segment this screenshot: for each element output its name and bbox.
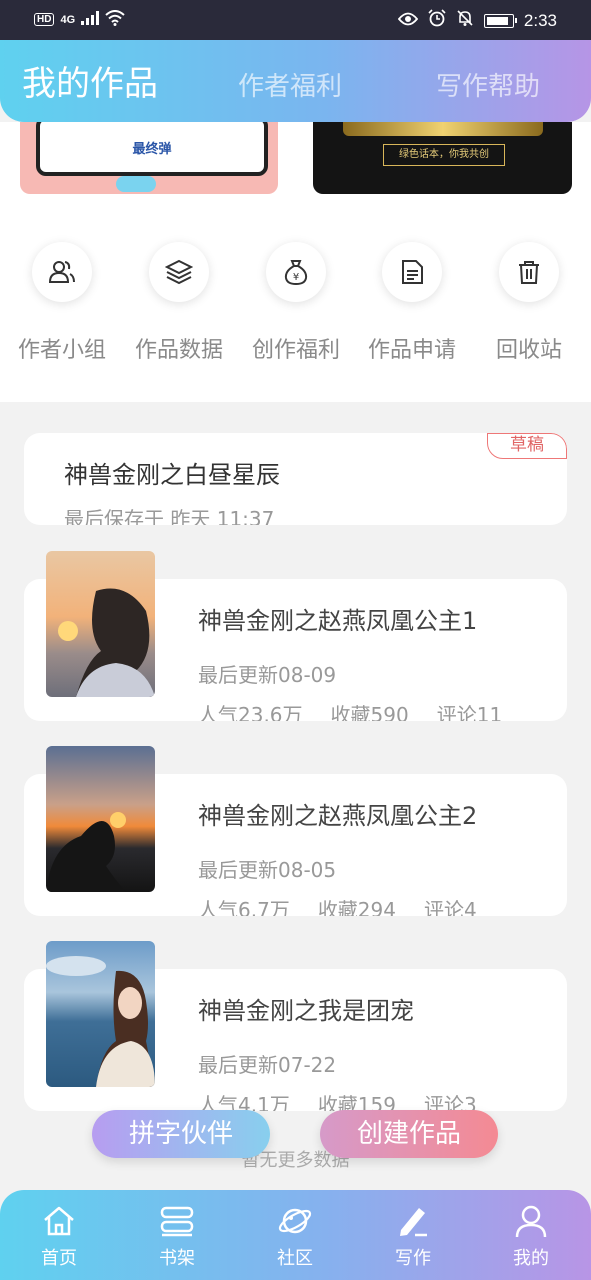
draft-saved-time: 最后保存于 昨天 11:37 [64, 507, 275, 525]
home-icon [19, 1202, 99, 1240]
work-updated: 最后更新08-09 [198, 663, 337, 687]
profile-icon [491, 1202, 571, 1240]
work-title: 神兽金刚之我是团宠 [198, 997, 414, 1025]
work-stats: 人气6.7万 收藏294 评论4 [198, 894, 477, 916]
tab-my-works[interactable]: 我的作品 [22, 56, 158, 105]
document-icon [382, 242, 442, 302]
svg-text:¥: ¥ [293, 272, 299, 283]
quick-label: 作者小组 [17, 338, 106, 363]
hd-badge: HD [34, 13, 55, 26]
work-updated: 最后更新07-22 [198, 1053, 337, 1077]
writing-partner-button[interactable]: 拼字伙伴 [92, 1110, 270, 1158]
users-icon [32, 242, 92, 302]
nav-bookshelf[interactable]: 书架 [137, 1202, 217, 1270]
mute-icon [456, 9, 474, 32]
trash-icon [499, 242, 559, 302]
nav-write[interactable]: 写作 [373, 1202, 453, 1270]
banner-right-caption: 绿色话本，你我共创 [383, 144, 505, 166]
quick-item-work-data[interactable]: 作品数据 [120, 242, 238, 364]
work-updated: 最后更新08-05 [198, 858, 337, 882]
quick-item-recycle-bin[interactable]: 回收站 [470, 242, 588, 364]
eye-icon [397, 11, 419, 31]
signal-indicator: 4G [60, 13, 76, 26]
tab-writing-help[interactable]: 写作帮助 [436, 66, 540, 103]
work-card[interactable]: 神兽金刚之我是团宠 最后更新07-22 人气4.1万 收藏159 评论3 [24, 941, 567, 1111]
draft-card[interactable]: 神兽金刚之白昼星辰 最后保存于 昨天 11:37 草稿 [24, 433, 567, 525]
work-card[interactable]: 神兽金刚之赵燕凤凰公主2 最后更新08-05 人气6.7万 收藏294 评论4 [24, 746, 567, 916]
nav-label: 写作 [395, 1248, 431, 1269]
quick-label: 创作福利 [251, 338, 340, 363]
no-more-data-text: 暂无更多数据 [241, 1150, 350, 1171]
nav-home[interactable]: 首页 [19, 1202, 99, 1270]
work-card[interactable]: 神兽金刚之赵燕凤凰公主1 最后更新08-09 人气23.6万 收藏590 评论1… [24, 551, 567, 721]
status-left: HD 4G [34, 10, 125, 29]
quick-label: 回收站 [495, 338, 562, 363]
nav-profile[interactable]: 我的 [491, 1202, 571, 1270]
tab-author-benefits[interactable]: 作者福利 [238, 66, 342, 103]
work-popularity: 人气4.1万 [198, 1093, 290, 1111]
work-comments: 评论3 [424, 1093, 477, 1111]
pen-icon [373, 1202, 453, 1240]
bottom-nav: 首页 书架 社区 写作 我的 [0, 1190, 591, 1280]
banner-right[interactable]: 绿色话本，你我共创 [313, 122, 572, 194]
clock-time: 2:33 [523, 10, 557, 30]
banner-right-headline [343, 122, 543, 136]
bookshelf-icon [137, 1202, 217, 1240]
nav-community[interactable]: 社区 [255, 1202, 335, 1270]
money-bag-icon: ¥ [266, 242, 326, 302]
work-cover-image [46, 941, 155, 1087]
status-right: 2:33 [397, 9, 557, 32]
work-cover-image [46, 551, 155, 697]
work-title: 神兽金刚之赵燕凤凰公主1 [198, 607, 478, 635]
status-bar: HD 4G 2:33 [0, 0, 591, 40]
quick-menu: 作者小组 作品数据 ¥ 创作福利 作品申请 回收站 [0, 202, 591, 402]
work-comments: 评论11 [436, 703, 503, 721]
alarm-icon [428, 9, 446, 32]
work-title: 神兽金刚之赵燕凤凰公主2 [198, 802, 478, 830]
nav-label: 我的 [513, 1248, 549, 1269]
banner-left[interactable]: 最终弹 [20, 122, 278, 194]
wifi-icon [105, 10, 125, 29]
cloud-icon [116, 176, 156, 192]
planet-icon [255, 1202, 335, 1240]
work-favorites: 收藏294 [317, 898, 396, 916]
quick-item-creation-benefits[interactable]: ¥ 创作福利 [237, 242, 355, 364]
work-popularity: 人气23.6万 [198, 703, 303, 721]
work-stats: 人气23.6万 收藏590 评论11 [198, 699, 502, 721]
signal-bars-icon [81, 11, 100, 28]
battery-icon [483, 13, 517, 28]
layers-icon [149, 242, 209, 302]
banner-carousel: 最终弹 绿色话本，你我共创 [0, 122, 591, 202]
quick-label: 作品数据 [134, 338, 223, 363]
work-cover-image [46, 746, 155, 892]
top-tab-bar: 我的作品 作者福利 写作帮助 [0, 40, 591, 122]
nav-label: 首页 [41, 1248, 77, 1269]
quick-item-author-group[interactable]: 作者小组 [3, 242, 121, 364]
nav-label: 书架 [159, 1248, 195, 1269]
work-comments: 评论4 [424, 898, 477, 916]
nav-label: 社区 [277, 1248, 313, 1269]
banner-left-caption: 最终弹 [36, 122, 268, 176]
create-work-button[interactable]: 创建作品 [320, 1110, 498, 1158]
work-popularity: 人气6.7万 [198, 898, 290, 916]
draft-title: 神兽金刚之白昼星辰 [64, 461, 280, 489]
draft-badge: 草稿 [487, 433, 567, 459]
quick-item-work-application[interactable]: 作品申请 [353, 242, 471, 364]
work-stats: 人气4.1万 收藏159 评论3 [198, 1089, 477, 1111]
work-favorites: 收藏159 [317, 1093, 396, 1111]
quick-label: 作品申请 [367, 338, 456, 363]
work-favorites: 收藏590 [330, 703, 409, 721]
